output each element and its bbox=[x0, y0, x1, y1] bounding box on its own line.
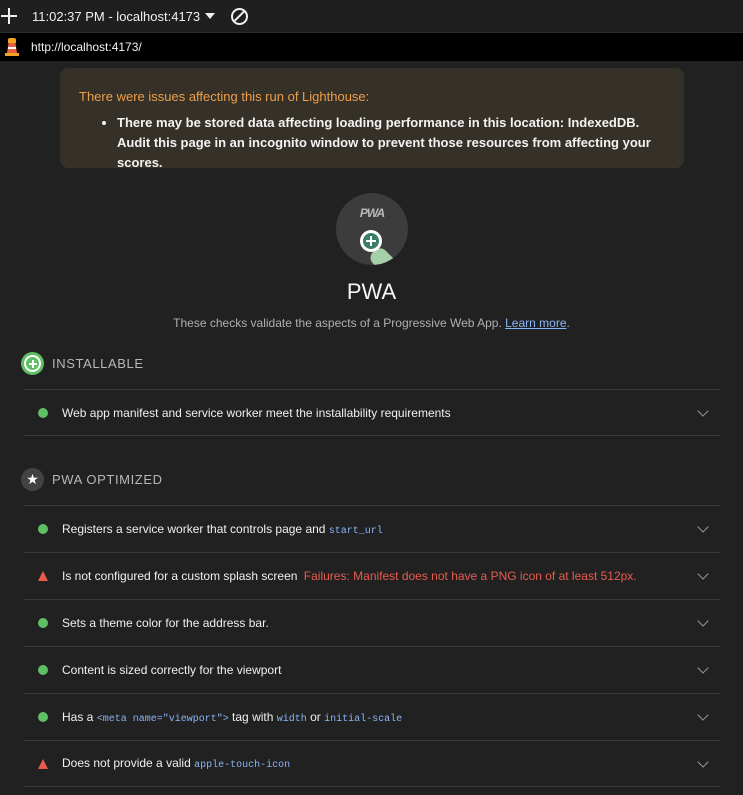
audit-theme-color[interactable]: Sets a theme color for the address bar. bbox=[24, 599, 720, 646]
chevron-down-icon[interactable] bbox=[697, 709, 709, 721]
category-title: PWA bbox=[346, 279, 397, 304]
warning-title: There were issues affecting this run of … bbox=[79, 89, 370, 104]
runtime-warning-box: There were issues affecting this run of … bbox=[60, 68, 684, 170]
group-installable-header: INSTALLABLE bbox=[21, 352, 144, 375]
fail-icon bbox=[38, 571, 48, 581]
pass-icon bbox=[38, 712, 48, 722]
installable-plus-icon bbox=[21, 352, 44, 375]
pass-icon bbox=[38, 665, 48, 675]
failure-message: Failures: Manifest does not have a PNG i… bbox=[303, 569, 637, 583]
category-description: These checks validate the aspects of a P… bbox=[173, 316, 570, 330]
audit-apple-touch-icon[interactable]: Does not provide a valid apple-touch-ico… bbox=[24, 740, 720, 787]
group-optimized-header: ★ PWA OPTIMIZED bbox=[21, 468, 163, 491]
audit-installable-manifest[interactable]: Web app manifest and service worker meet… bbox=[24, 389, 720, 436]
group-optimized-label: PWA OPTIMIZED bbox=[52, 472, 163, 487]
pass-icon bbox=[38, 524, 48, 534]
block-icon[interactable] bbox=[231, 7, 249, 25]
star-icon: ★ bbox=[21, 468, 44, 491]
tab-title[interactable]: 11:02:37 PM - localhost:4173 bbox=[32, 9, 200, 24]
chevron-down-icon[interactable] bbox=[697, 615, 709, 627]
chevron-down-icon[interactable] bbox=[697, 521, 709, 533]
chevron-down-icon[interactable] bbox=[697, 756, 709, 768]
new-tab-icon[interactable] bbox=[0, 7, 18, 25]
pwa-installable-badge-icon bbox=[360, 230, 382, 252]
audit-viewport[interactable]: Has a <meta name="viewport"> tag with wi… bbox=[24, 693, 720, 740]
learn-more-link[interactable]: Learn more bbox=[505, 316, 566, 330]
chevron-down-icon[interactable] bbox=[697, 662, 709, 674]
chevron-down-icon[interactable] bbox=[697, 568, 709, 580]
group-installable-label: INSTALLABLE bbox=[52, 356, 144, 371]
lighthouse-icon bbox=[5, 38, 19, 56]
audit-service-worker[interactable]: Registers a service worker that controls… bbox=[24, 505, 720, 552]
pass-icon bbox=[38, 407, 48, 418]
audit-splash-screen[interactable]: Is not configured for a custom splash sc… bbox=[24, 552, 720, 599]
browser-tab-bar: 11:02:37 PM - localhost:4173 bbox=[0, 0, 743, 33]
pwa-gauge[interactable]: PWA bbox=[336, 193, 408, 265]
url-text[interactable]: http://localhost:4173/ bbox=[31, 40, 142, 54]
pass-icon bbox=[38, 618, 48, 628]
address-bar: http://localhost:4173/ bbox=[0, 33, 743, 61]
fail-icon bbox=[38, 758, 48, 769]
audit-content-width[interactable]: Content is sized correctly for the viewp… bbox=[24, 646, 720, 693]
chevron-down-icon[interactable] bbox=[697, 405, 709, 417]
tab-dropdown-icon[interactable] bbox=[205, 13, 216, 19]
warning-item: There may be stored data affecting loadi… bbox=[117, 113, 666, 173]
pwa-gauge-label: PWA bbox=[359, 206, 385, 220]
